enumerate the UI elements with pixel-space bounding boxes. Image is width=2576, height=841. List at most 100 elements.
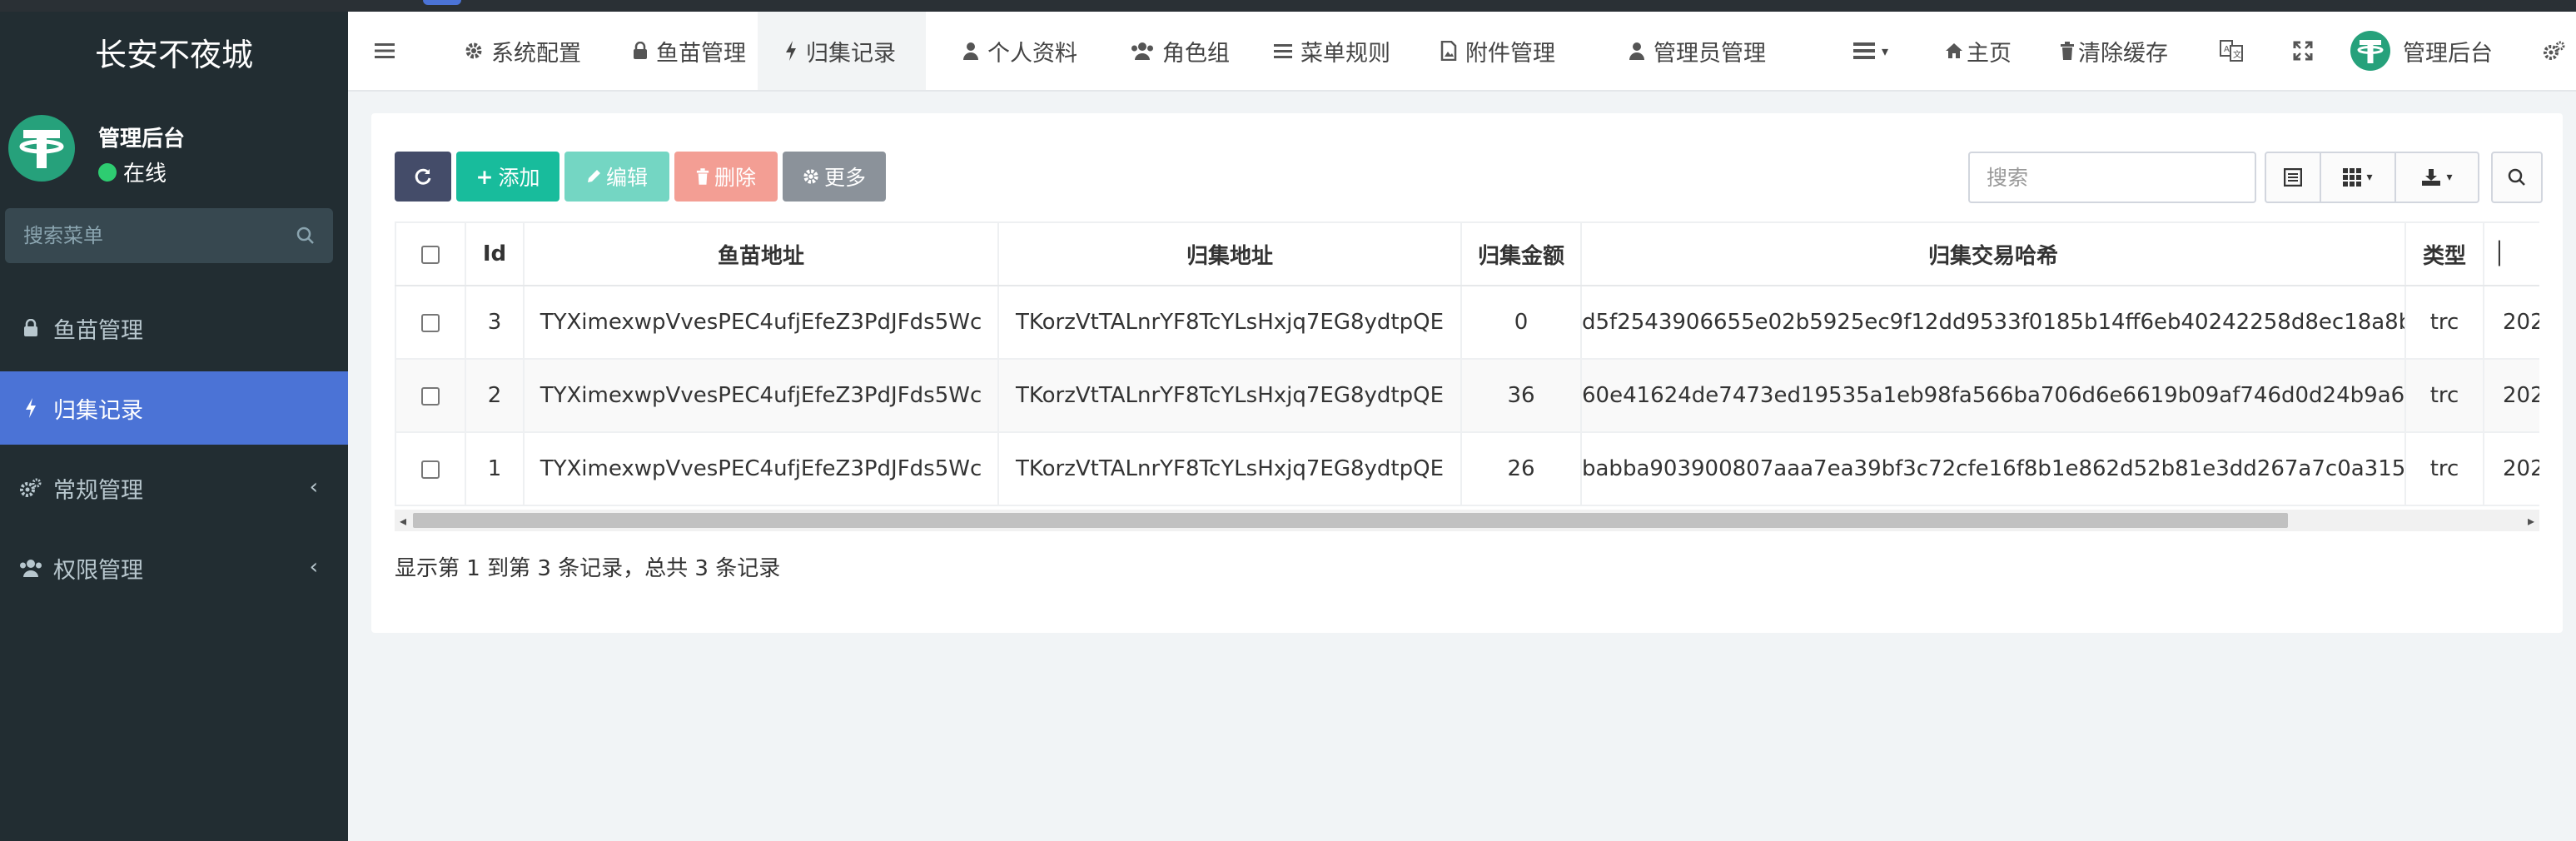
sidebar-item-label: 常规管理: [53, 477, 143, 504]
row-checkbox-cell: [395, 285, 466, 360]
sidebar-item-fish[interactable]: 鱼苗管理: [0, 291, 348, 365]
cell-type: trc: [2404, 285, 2484, 360]
search-icon: [2508, 168, 2525, 186]
tab-label: 管理员管理: [1654, 40, 1766, 67]
add-button[interactable]: + 添加: [456, 152, 559, 202]
bars-icon: [1274, 42, 1292, 59]
column-header-id[interactable]: Id: [465, 221, 525, 286]
tab-label: 角色组: [1162, 40, 1230, 67]
horizontal-scrollbar[interactable]: ◂ ▸: [395, 510, 2539, 531]
table-row[interactable]: 3 TYXimexwpVvesPEC4ufjEfeZ3PdJFds5Wc TKo…: [395, 285, 2539, 360]
clear-cache-button[interactable]: 清除缓存: [2060, 12, 2168, 90]
grid-icon: [2343, 168, 2362, 187]
browser-top-strip: [0, 0, 2576, 12]
delete-button[interactable]: 删除: [674, 152, 778, 202]
scroll-thumb[interactable]: [413, 513, 2288, 528]
caret-down-icon: ▾: [1882, 42, 1889, 59]
pagination-info: 显示第 1 到第 3 条记录，总共 3 条记录: [395, 556, 781, 581]
users-icon: [18, 559, 43, 577]
columns-dropdown-button[interactable]: ▾: [2321, 153, 2396, 202]
search-icon[interactable]: [296, 226, 315, 245]
plus-icon: +: [475, 164, 494, 189]
cell-collect-address: TKorzVtTALnrYF8TcYLsHxjq7EG8ydtpQE: [997, 358, 1462, 433]
tab-role-group[interactable]: 角色组: [1112, 12, 1248, 90]
translate-icon: A文: [2220, 40, 2243, 62]
add-label: 添加: [498, 166, 540, 190]
cell-fish-address: TYXimexwpVvesPEC4ufjEfeZ3PdJFds5Wc: [523, 285, 999, 360]
tab-indicator: [423, 0, 461, 5]
cogs-icon: [18, 478, 43, 498]
cell-time: 2023-0: [2483, 285, 2539, 360]
clear-cache-label: 清除缓存: [2078, 40, 2168, 67]
row-checkbox[interactable]: [421, 386, 440, 406]
home-link[interactable]: 主页: [1945, 12, 2012, 90]
search-button[interactable]: [2493, 153, 2541, 202]
users-icon: [1131, 42, 1154, 60]
cell-time: 2023-0: [2483, 358, 2539, 433]
cell-fish-address: TYXimexwpVvesPEC4ufjEfeZ3PdJFds5Wc: [523, 358, 999, 433]
edit-label: 编辑: [605, 166, 648, 190]
scroll-right-arrow-icon[interactable]: ▸: [2528, 513, 2534, 529]
trash-icon: [696, 168, 709, 185]
tab-list-dropdown-button[interactable]: ▾: [1853, 12, 1888, 90]
admin-menu[interactable]: 管理后台: [2350, 12, 2493, 90]
top-nav: 系统配置 鱼苗管理 归集记录 个人资料 角色组 菜单规则 附件管理 管理员管理 …: [348, 12, 2576, 92]
pencil-icon: [586, 169, 601, 184]
select-all-checkbox[interactable]: [421, 245, 440, 264]
tab-collect-records[interactable]: 归集记录: [758, 12, 926, 90]
column-header-fish-address[interactable]: 鱼苗地址: [523, 221, 999, 286]
row-checkbox[interactable]: [421, 313, 440, 332]
cell-collect-address: TKorzVtTALnrYF8TcYLsHxjq7EG8ydtpQE: [997, 431, 1462, 506]
sidebar-search-input[interactable]: [23, 224, 296, 247]
cell-fish-address: TYXimexwpVvesPEC4ufjEfeZ3PdJFds5Wc: [523, 431, 999, 506]
data-table: Id 鱼苗地址 归集地址 归集金额 归集交易哈希 类型 │ 3 TYXimexw…: [395, 221, 2539, 506]
user-icon: [962, 42, 979, 60]
download-icon: [2422, 169, 2441, 186]
chevron-left-icon: ‹: [309, 475, 318, 500]
sidebar-toggle-button[interactable]: [375, 12, 395, 90]
home-icon: [1945, 42, 1963, 59]
export-dropdown-button[interactable]: ▾: [2396, 153, 2478, 202]
file-image-icon: [1440, 41, 1457, 61]
table-row[interactable]: 2 TYXimexwpVvesPEC4ufjEfeZ3PdJFds5Wc TKo…: [395, 358, 2539, 433]
sidebar-item-label: 归集记录: [53, 397, 143, 424]
tab-fish[interactable]: 鱼苗管理: [614, 12, 764, 90]
sidebar-item-collect[interactable]: 归集记录: [0, 371, 348, 445]
hamburger-icon: [375, 43, 395, 58]
cogs-icon: [2544, 41, 2565, 60]
tab-admin-management[interactable]: 管理员管理: [1610, 12, 1784, 90]
column-header-collect-address[interactable]: 归集地址: [997, 221, 1462, 286]
fullscreen-button[interactable]: [2293, 12, 2313, 90]
data-table-container: Id 鱼苗地址 归集地址 归集金额 归集交易哈希 类型 │ 3 TYXimexw…: [395, 221, 2539, 510]
column-header-type[interactable]: 类型: [2404, 221, 2484, 286]
online-dot-icon: [98, 162, 117, 182]
user-icon: [1629, 42, 1645, 60]
scroll-left-arrow-icon[interactable]: ◂: [400, 513, 406, 529]
column-header-amount[interactable]: 归集金额: [1460, 221, 1582, 286]
tab-attachments[interactable]: 附件管理: [1422, 12, 1574, 90]
cell-tx-hash: d5f2543906655e02b5925ec9f12dd9533f0185b1…: [1580, 285, 2406, 360]
table-search-input[interactable]: [1968, 152, 2256, 203]
lock-icon: [18, 319, 43, 337]
table-row[interactable]: 1 TYXimexwpVvesPEC4ufjEfeZ3PdJFds5Wc TKo…: [395, 431, 2539, 506]
column-header-time[interactable]: │: [2483, 221, 2539, 286]
column-header-tx-hash[interactable]: 归集交易哈希: [1580, 221, 2406, 286]
more-button[interactable]: 更多: [783, 152, 886, 202]
tab-label: 个人资料: [987, 40, 1077, 67]
sidebar: 长安不夜城 管理后台 在线 鱼苗管理 归集记录 常规管理 ‹: [0, 12, 348, 841]
settings-button[interactable]: [2543, 12, 2566, 90]
toggle-view-button[interactable]: [2266, 153, 2321, 202]
caret-down-icon: ▾: [2446, 171, 2453, 184]
edit-button[interactable]: 编辑: [564, 152, 669, 202]
tab-menu-rules[interactable]: 菜单规则: [1256, 12, 1409, 90]
refresh-button[interactable]: [395, 152, 451, 202]
brand-title[interactable]: 长安不夜城: [0, 12, 348, 92]
row-checkbox[interactable]: [421, 460, 440, 479]
tab-system-config[interactable]: 系统配置: [446, 12, 599, 90]
lock-icon: [633, 42, 648, 60]
table-tools: ▾ ▾: [2265, 152, 2479, 203]
sidebar-item-permission[interactable]: 权限管理 ‹: [0, 531, 348, 605]
language-button[interactable]: A文: [2220, 12, 2243, 90]
sidebar-item-general[interactable]: 常规管理 ‹: [0, 451, 348, 525]
tab-profile[interactable]: 个人资料: [944, 12, 1096, 90]
